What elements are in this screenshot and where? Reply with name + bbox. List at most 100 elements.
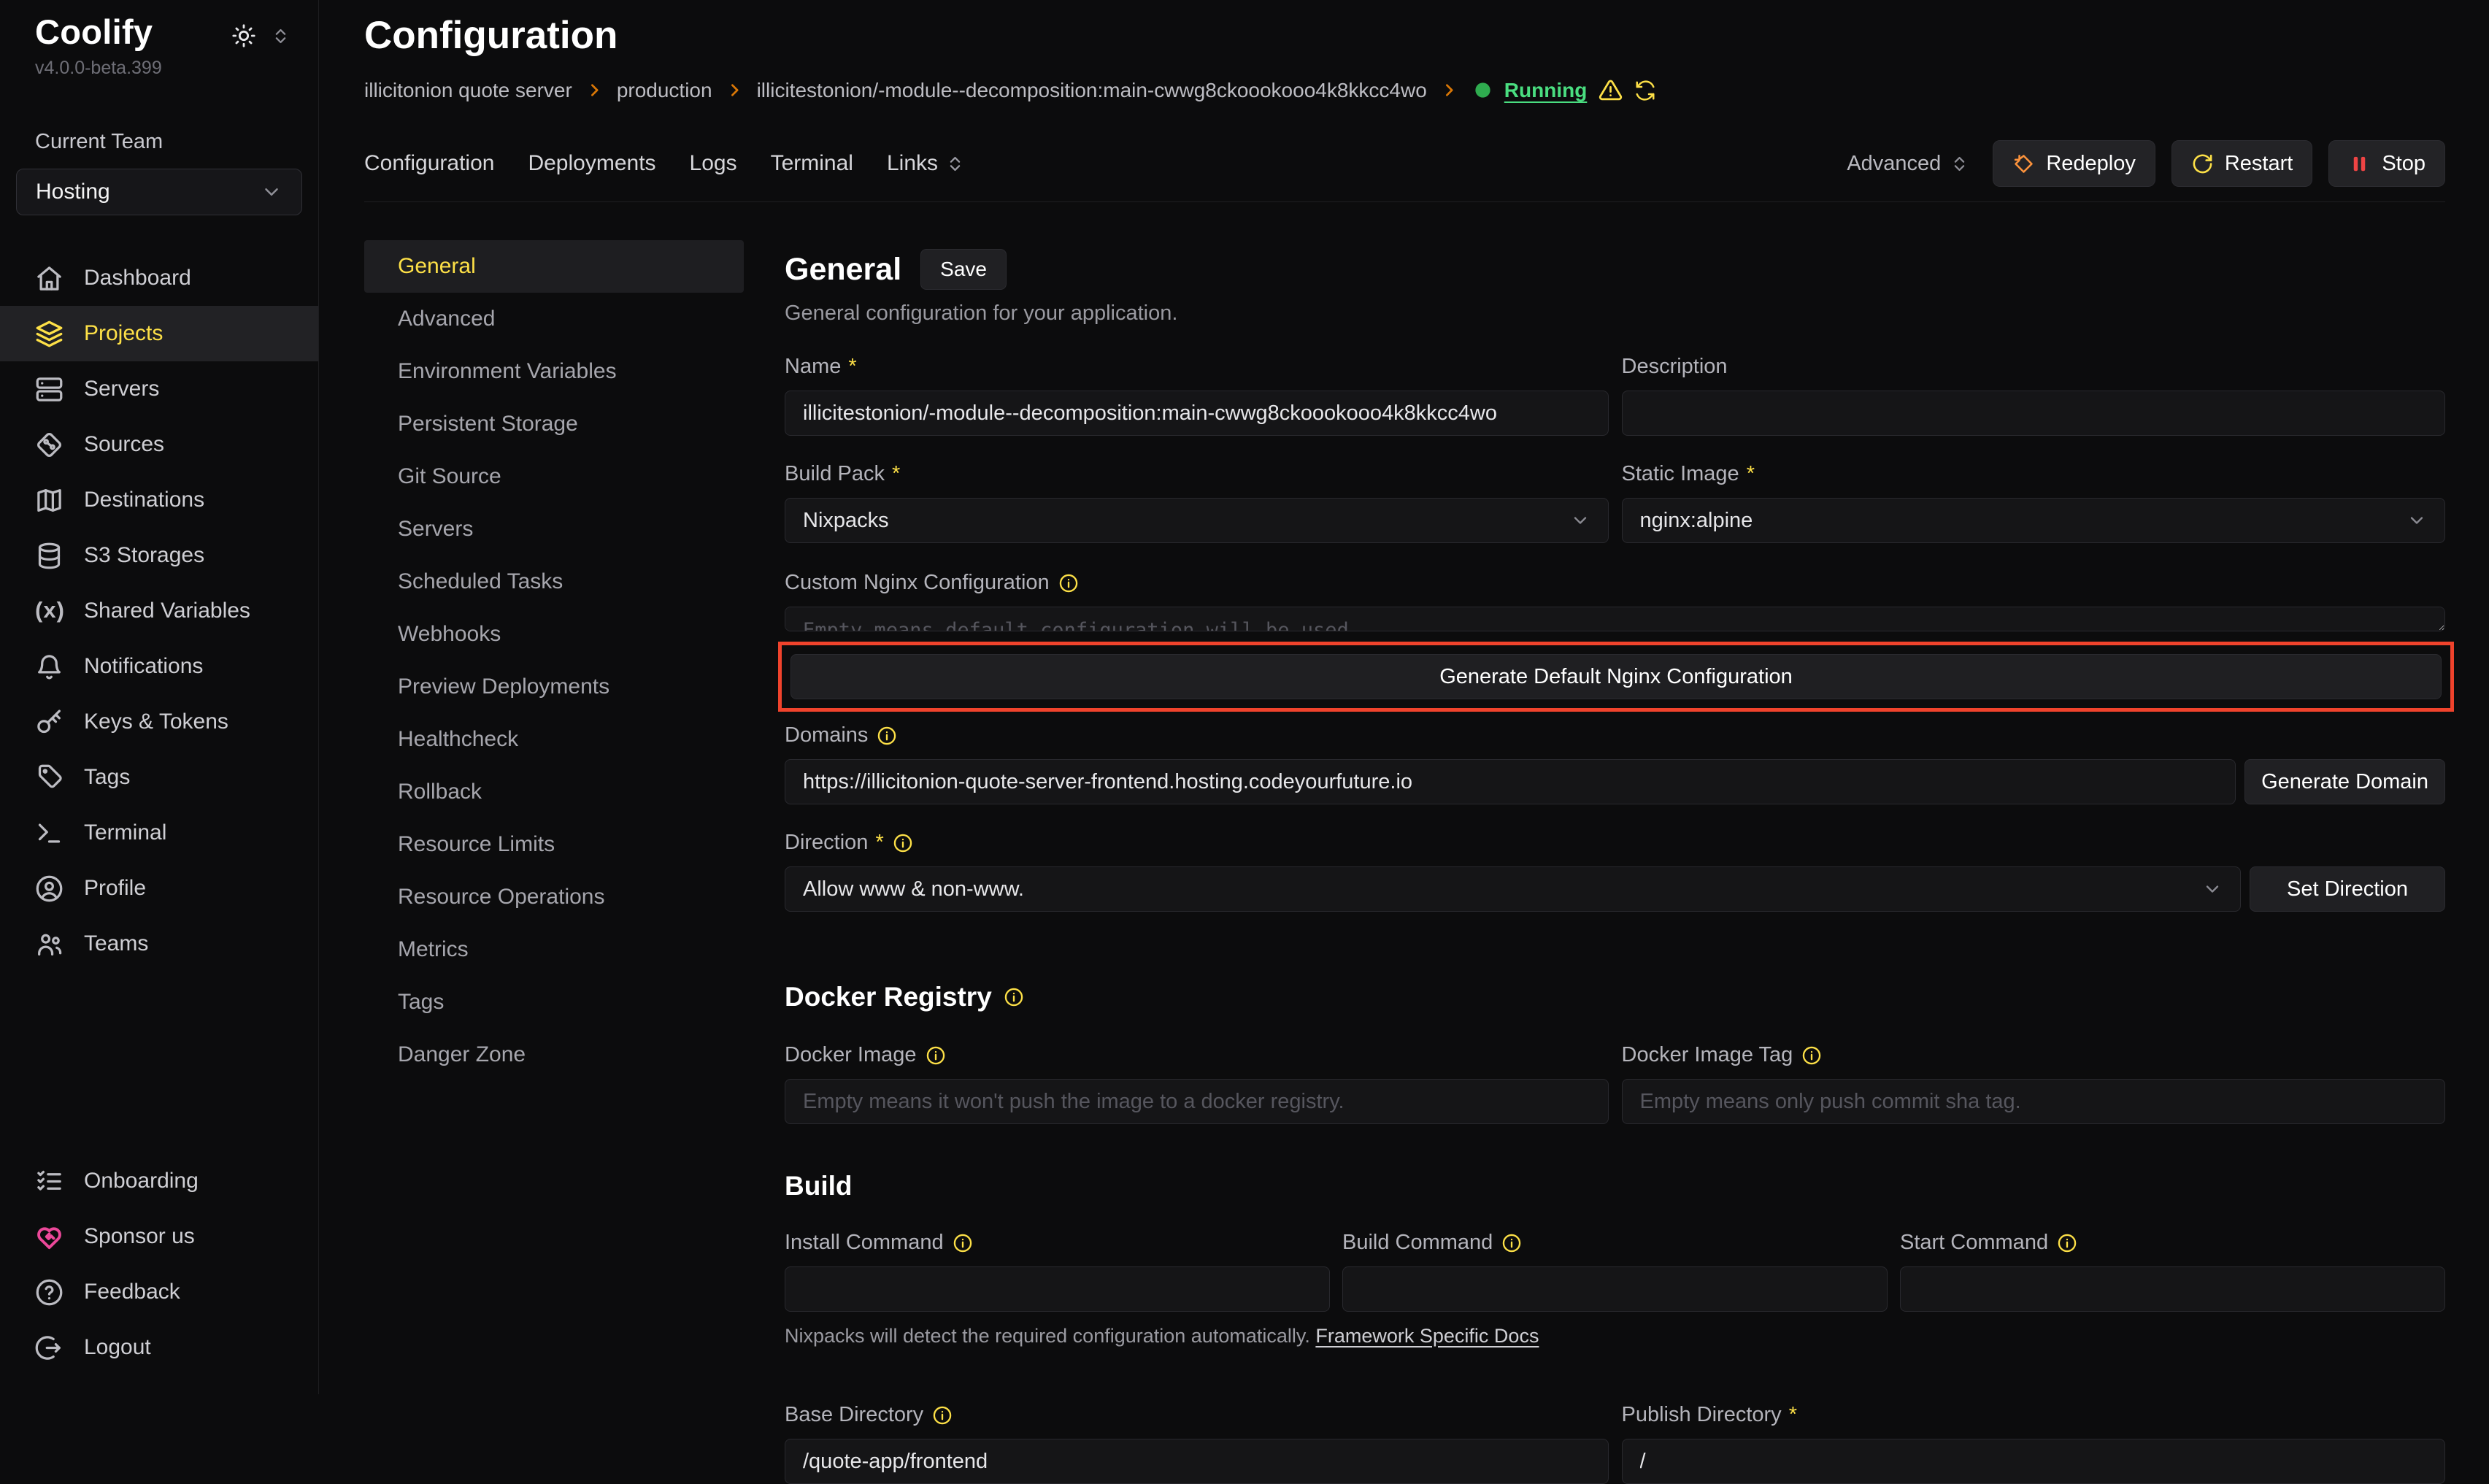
refresh-status-icon[interactable]	[1634, 80, 1656, 101]
sidebar-item-sources[interactable]: Sources	[0, 417, 318, 472]
sidebar-item-dashboard[interactable]: Dashboard	[0, 250, 318, 306]
terminal-icon	[35, 819, 64, 847]
required-asterisk: *	[892, 462, 900, 486]
tab-logs[interactable]: Logs	[690, 151, 737, 176]
button-label: Restart	[2225, 152, 2293, 176]
sidebar-item-notifications[interactable]: Notifications	[0, 639, 318, 694]
app-root: Coolify v4.0.0-beta.399 Current Team Hos…	[0, 0, 2489, 1394]
sidebar-item-sponsor-us[interactable]: Sponsor us	[0, 1209, 318, 1264]
docker-image-tag-label: Docker Image Tag	[1622, 1043, 2446, 1067]
set-direction-button[interactable]: Set Direction	[2250, 866, 2445, 912]
subnav-item-danger-zone[interactable]: Danger Zone	[364, 1029, 744, 1081]
info-icon	[926, 1045, 946, 1066]
custom-nginx-textarea[interactable]	[785, 607, 2445, 631]
custom-nginx-label: Custom Nginx Configuration	[785, 571, 2445, 595]
sidebar-collapse-icon[interactable]	[271, 26, 291, 46]
sidebar-item-s3-storages[interactable]: S3 Storages	[0, 528, 318, 583]
redeploy-button[interactable]: Redeploy	[1993, 140, 2155, 187]
docker-image-field: Docker Image	[785, 1043, 1609, 1124]
sidebar-item-label: Profile	[84, 876, 146, 901]
subnav-item-advanced[interactable]: Advanced	[364, 293, 744, 345]
sidebar-item-shared-variables[interactable]: (x)Shared Variables	[0, 583, 318, 639]
layers-icon	[35, 320, 64, 348]
description-label: Description	[1622, 355, 2446, 379]
base-directory-input[interactable]	[785, 1439, 1609, 1484]
build-pack-label: Build Pack*	[785, 462, 1609, 486]
tab-terminal[interactable]: Terminal	[771, 151, 853, 176]
sidebar-item-keys-tokens[interactable]: Keys & Tokens	[0, 694, 318, 750]
subnav-item-healthcheck[interactable]: Healthcheck	[364, 713, 744, 766]
help-circle-icon	[35, 1278, 64, 1307]
status-indicator: Running	[1473, 78, 1657, 102]
info-icon	[877, 726, 897, 746]
status-running-link[interactable]: Running	[1504, 79, 1588, 102]
docker-image-input[interactable]	[785, 1079, 1609, 1124]
static-image-label: Static Image*	[1622, 462, 2446, 486]
chevrons-up-down-icon	[1950, 154, 1969, 174]
tab-links[interactable]: Links	[887, 151, 965, 176]
build-command-input[interactable]	[1342, 1266, 1888, 1312]
subnav-item-preview-deployments[interactable]: Preview Deployments	[364, 661, 744, 713]
settings-subnav: GeneralAdvancedEnvironment VariablesPers…	[364, 240, 744, 1394]
restart-button[interactable]: Restart	[2171, 140, 2312, 187]
name-input[interactable]	[785, 391, 1609, 436]
subnav-item-rollback[interactable]: Rollback	[364, 766, 744, 818]
direction-label: Direction*	[785, 831, 2445, 855]
sidebar-item-label: Terminal	[84, 820, 166, 845]
breadcrumb-item[interactable]: illicitestonion/-module--decomposition:m…	[757, 79, 1427, 102]
start-command-input[interactable]	[1900, 1266, 2445, 1312]
install-command-input[interactable]	[785, 1266, 1330, 1312]
description-field: Description	[1622, 355, 2446, 436]
subnav-item-environment-variables[interactable]: Environment Variables	[364, 345, 744, 398]
start-command-label: Start Command	[1900, 1231, 2445, 1255]
static-image-select[interactable]: nginx:alpine	[1622, 498, 2446, 543]
subnav-item-servers[interactable]: Servers	[364, 503, 744, 555]
sidebar-item-destinations[interactable]: Destinations	[0, 472, 318, 528]
save-button[interactable]: Save	[920, 249, 1007, 290]
list-checks-icon	[35, 1167, 64, 1196]
server-icon	[35, 375, 64, 404]
theme-toggle-sun-icon[interactable]	[231, 23, 256, 48]
subnav-item-resource-operations[interactable]: Resource Operations	[364, 871, 744, 923]
domains-input[interactable]	[785, 759, 2236, 804]
subnav-item-metrics[interactable]: Metrics	[364, 923, 744, 976]
direction-select[interactable]: Allow www & non-www.	[785, 866, 2241, 912]
sidebar-item-projects[interactable]: Projects	[0, 306, 318, 361]
sidebar-item-label: S3 Storages	[84, 543, 204, 568]
tab-deployments[interactable]: Deployments	[528, 151, 655, 176]
framework-docs-link[interactable]: Framework Specific Docs	[1315, 1325, 1539, 1347]
advanced-dropdown[interactable]: Advanced	[1847, 152, 1969, 176]
sidebar-item-logout[interactable]: Logout	[0, 1320, 318, 1375]
sidebar-item-teams[interactable]: Teams	[0, 916, 318, 972]
sidebar-item-feedback[interactable]: Feedback	[0, 1264, 318, 1320]
team-select[interactable]: Hosting	[16, 169, 302, 215]
sidebar-item-onboarding[interactable]: Onboarding	[0, 1153, 318, 1209]
subnav-item-scheduled-tasks[interactable]: Scheduled Tasks	[364, 555, 744, 608]
subnav-item-git-source[interactable]: Git Source	[364, 450, 744, 503]
breadcrumb-item[interactable]: illicitonion quote server	[364, 79, 572, 102]
stop-button[interactable]: Stop	[2328, 140, 2445, 187]
generate-nginx-config-button[interactable]: Generate Default Nginx Configuration	[790, 654, 2442, 699]
subnav-item-webhooks[interactable]: Webhooks	[364, 608, 744, 661]
publish-directory-label: Publish Directory*	[1622, 1403, 2446, 1427]
build-pack-select[interactable]: Nixpacks	[785, 498, 1609, 543]
button-label: Redeploy	[2046, 152, 2136, 176]
sidebar-item-tags[interactable]: Tags	[0, 750, 318, 805]
subnav-item-tags[interactable]: Tags	[364, 976, 744, 1029]
subnav-item-general[interactable]: General	[364, 240, 744, 293]
description-input[interactable]	[1622, 391, 2446, 436]
subnav-item-persistent-storage[interactable]: Persistent Storage	[364, 398, 744, 450]
breadcrumb-item[interactable]: production	[617, 79, 712, 102]
breadcrumb-chevron-icon	[1440, 81, 1458, 99]
generate-domain-button[interactable]: Generate Domain	[2244, 759, 2445, 804]
breadcrumb: illicitonion quote server production illic…	[364, 78, 2445, 102]
sidebar-item-terminal[interactable]: Terminal	[0, 805, 318, 861]
section-subtitle: General configuration for your applicati…	[785, 301, 2445, 326]
subnav-item-resource-limits[interactable]: Resource Limits	[364, 818, 744, 871]
tab-configuration[interactable]: Configuration	[364, 151, 494, 176]
chevron-down-icon	[2202, 879, 2223, 899]
publish-directory-input[interactable]	[1622, 1439, 2446, 1484]
docker-image-tag-input[interactable]	[1622, 1079, 2446, 1124]
sidebar-item-servers[interactable]: Servers	[0, 361, 318, 417]
sidebar-item-profile[interactable]: Profile	[0, 861, 318, 916]
